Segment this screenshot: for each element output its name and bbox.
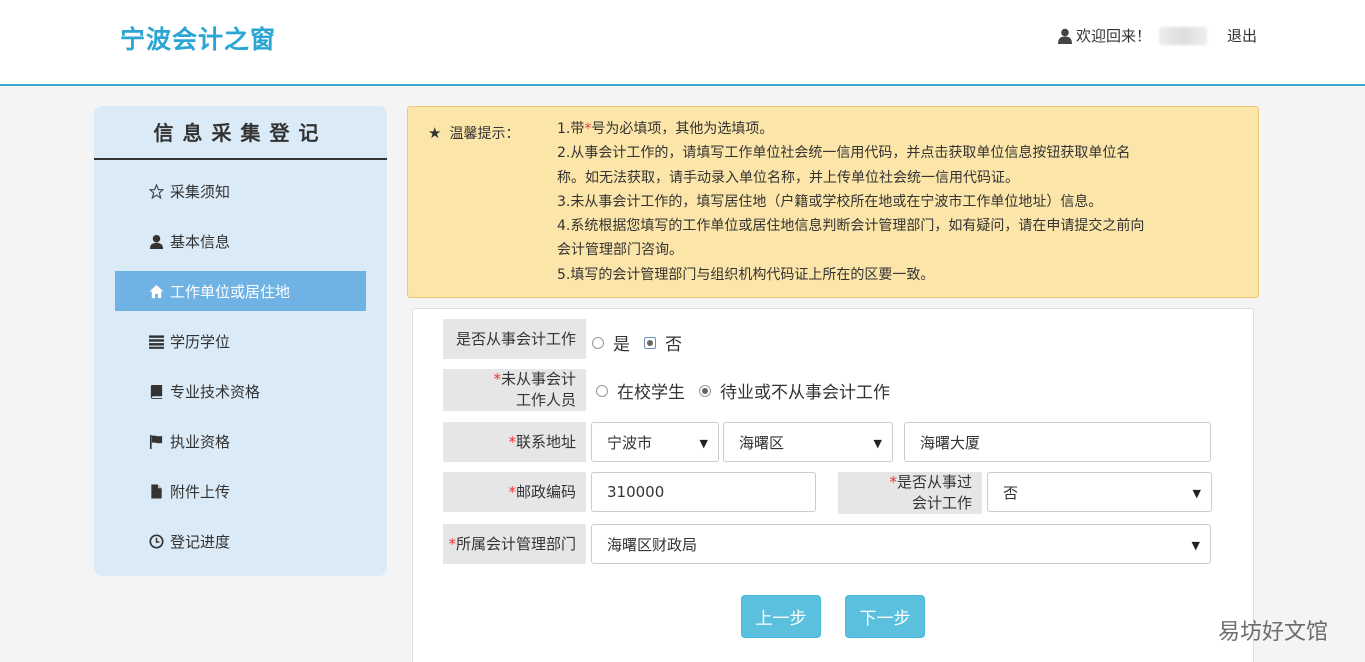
user-icon (149, 234, 164, 249)
book-icon (150, 384, 163, 399)
label-past-accounting: *是否从事过 会计工作 (838, 472, 982, 514)
label-management-dept: * 所属会计管理部门 (443, 524, 586, 564)
sidebar-item-progress[interactable]: 登记进度 (115, 521, 366, 561)
label-non-accounting-personnel: *未从事会计 工作人员 (443, 369, 586, 411)
tip-line-2b: 称。如无法获取，请手动录入单位名称，并上传单位社会统一信用代码证。 (557, 169, 1019, 186)
management-dept-select[interactable]: 海曙区财政局 ▼ (591, 524, 1211, 564)
logout-link[interactable]: 退出 (1227, 25, 1257, 46)
sidebar-item-workplace[interactable]: 工作单位或居住地 (115, 271, 366, 311)
chevron-down-icon: ▼ (873, 437, 882, 450)
sidebar-title: 信息采集登记 (94, 106, 387, 160)
address-detail-input[interactable]: 海曙大厦 (904, 422, 1211, 462)
chevron-down-icon: ▼ (699, 437, 708, 450)
chevron-down-icon: ▼ (1192, 487, 1201, 500)
home-icon (149, 284, 164, 298)
label-address: * 联系地址 (443, 422, 586, 462)
label-engaged-accounting: 是否从事会计工作 (443, 319, 586, 359)
tip-line-2a: 2.从事会计工作的，请填写工作单位社会统一信用代码，并点击获取单位信息按钮获取单… (557, 145, 1131, 162)
radio-unemployed[interactable]: 待业或不从事会计工作 (699, 378, 890, 403)
radio-engaged-yes[interactable]: 是 (592, 330, 630, 355)
radio-engaged-no[interactable]: 否 (644, 330, 682, 355)
flag-icon (149, 434, 163, 449)
top-header: 宁波会计之窗 欢迎回来！ 退出 (0, 0, 1365, 86)
sidebar-item-attachment-upload[interactable]: 附件上传 (115, 471, 366, 511)
tips-label: ★ 温馨提示： (428, 124, 520, 142)
tip-line-5: 5.填写的会计管理部门与组织机构代码证上所在的区要一致。 (557, 266, 935, 283)
sidebar: 信息采集登记 采集须知 基本信息 工作单位或居住地 学历学位 专业技术资格 执业… (94, 106, 387, 576)
chevron-down-icon: ▼ (1191, 539, 1200, 552)
radio-student[interactable]: 在校学生 (596, 378, 685, 403)
star-outline-icon (149, 183, 164, 199)
radio-group-engaged: 是 否 (592, 330, 696, 355)
district-select[interactable]: 海曙区 ▼ (723, 422, 893, 462)
list-icon (149, 334, 164, 349)
user-icon (1058, 28, 1072, 44)
tip-line-3: 3.未从事会计工作的，填写居住地（户籍或学校所在地或在宁波市工作单位地址）信息。 (557, 193, 1103, 210)
tip-line-4a: 4.系统根据您填写的工作单位或居住地信息判断会计管理部门，如有疑问，请在申请提交… (557, 218, 1145, 235)
file-icon (151, 483, 162, 499)
clock-icon (149, 533, 164, 549)
sidebar-item-practice-qualification[interactable]: 执业资格 (115, 421, 366, 461)
radio-group-personnel: 在校学生 待业或不从事会计工作 (596, 378, 904, 403)
tip-line-1: 1.带*号为必填项，其他为选填项。 (557, 121, 774, 137)
zip-code-input[interactable]: 310000 (591, 472, 816, 512)
username-blurred (1159, 26, 1208, 45)
tip-line-4b: 会计管理部门咨询。 (557, 242, 683, 259)
sidebar-item-professional-title[interactable]: 专业技术资格 (115, 371, 366, 411)
user-box: 欢迎回来！ (1058, 25, 1208, 46)
watermark: 易坊好文馆 (1218, 620, 1329, 645)
prev-step-button[interactable]: 上一步 (741, 595, 821, 638)
welcome-text: 欢迎回来！ (1076, 27, 1152, 45)
label-zip-code: * 邮政编码 (443, 472, 586, 512)
sidebar-item-basic-info[interactable]: 基本信息 (115, 221, 366, 261)
site-logo[interactable]: 宁波会计之窗 (120, 20, 276, 56)
tips-list: 1.带*号为必填项，其他为选填项。 2.从事会计工作的，请填写工作单位社会统一信… (557, 117, 1247, 287)
city-select[interactable]: 宁波市 ▼ (591, 422, 719, 462)
past-accounting-select[interactable]: 否 ▼ (987, 472, 1212, 512)
sidebar-item-notice[interactable]: 采集须知 (115, 171, 366, 211)
tips-panel: ★ 温馨提示： 1.带*号为必填项，其他为选填项。 2.从事会计工作的，请填写工作… (407, 106, 1259, 298)
star-icon: ★ (428, 124, 442, 142)
next-step-button[interactable]: 下一步 (845, 595, 925, 638)
sidebar-item-education[interactable]: 学历学位 (115, 321, 366, 361)
